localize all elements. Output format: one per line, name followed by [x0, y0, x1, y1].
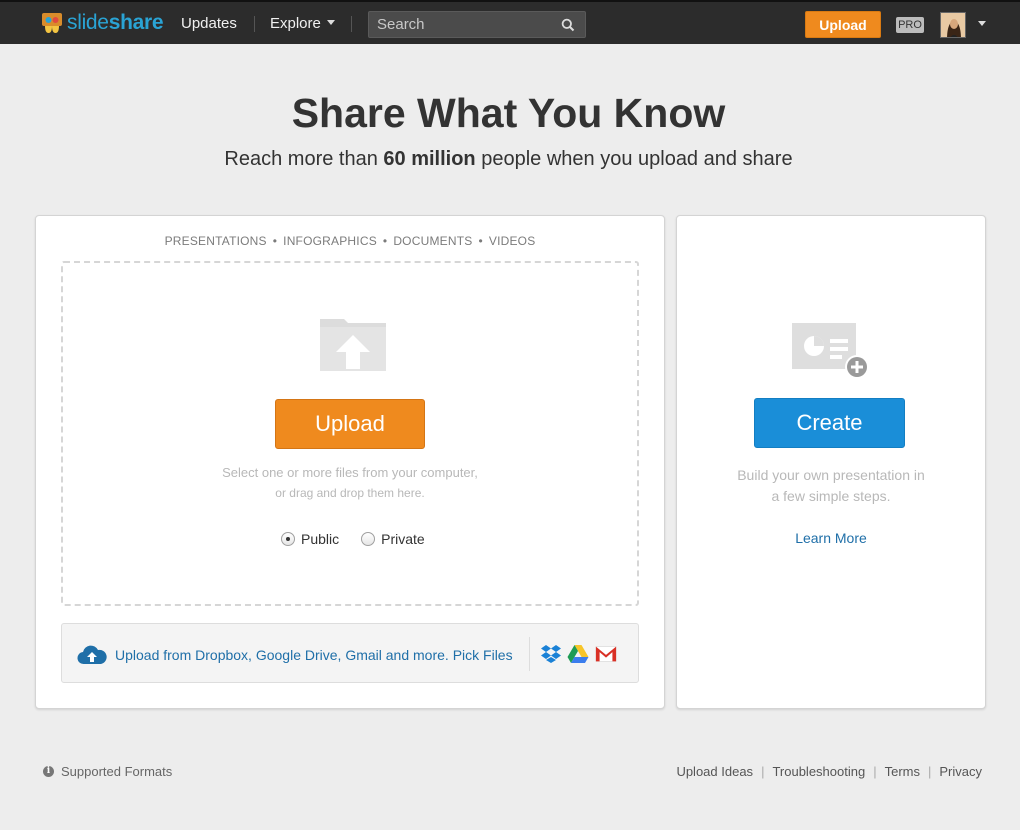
public-radio[interactable]	[281, 532, 295, 546]
nav-explore[interactable]: Explore	[270, 15, 335, 32]
subtitle-text-pre: Reach more than	[224, 148, 384, 170]
footer-separator: |	[761, 764, 765, 779]
page-subtitle: Reach more than 60 million people when y…	[0, 148, 1017, 171]
logo-text-suffix: share	[108, 11, 164, 34]
folder-upload-icon	[320, 319, 386, 371]
dropbox-icon[interactable]	[540, 644, 562, 664]
nav-divider	[254, 16, 255, 32]
top-navbar: slideshare Updates Explore Upload PRO	[0, 0, 1020, 44]
upload-hint-line2: or drag and drop them here.	[275, 486, 425, 500]
upload-hint-line1: Select one or more files from your compu…	[222, 465, 478, 480]
cloud-upload-bar[interactable]: Upload from Dropbox, Google Drive, Gmail…	[61, 623, 639, 683]
type-presentations: PRESENTATIONS	[164, 234, 267, 248]
learn-more-link[interactable]: Learn More	[677, 530, 985, 546]
search-input[interactable]	[369, 12, 559, 37]
supported-formats-link[interactable]: i Supported Formats	[43, 764, 172, 779]
upload-button[interactable]: Upload	[275, 399, 425, 449]
type-documents: DOCUMENTS	[393, 234, 473, 248]
nav-explore-label: Explore	[270, 15, 321, 32]
visibility-options: Public Private	[281, 531, 447, 547]
type-infographics: INFOGRAPHICS	[283, 234, 377, 248]
nav-divider	[351, 16, 352, 32]
info-icon: i	[43, 766, 54, 777]
logo-text-prefix: slide	[67, 11, 109, 34]
create-button[interactable]: Create	[754, 398, 905, 448]
type-videos: VIDEOS	[488, 234, 536, 248]
pro-badge[interactable]: PRO	[896, 17, 924, 33]
chevron-down-icon	[326, 19, 335, 25]
private-radio-label[interactable]: Private	[381, 531, 425, 547]
private-radio[interactable]	[361, 532, 376, 546]
supported-formats-label: Supported Formats	[61, 764, 173, 779]
upload-panel: PRESENTATIONS • INFOGRAPHICS • DOCUMENTS • VID…	[35, 215, 665, 709]
search-icon[interactable]	[561, 18, 575, 32]
chevron-down-icon[interactable]	[978, 21, 986, 26]
footer-separator: |	[873, 764, 877, 779]
search-box	[368, 11, 586, 38]
supported-types: PRESENTATIONS • INFOGRAPHICS • DOCUMENTS • VID…	[164, 234, 536, 248]
footer-link-terms[interactable]: Terms	[885, 764, 920, 779]
pick-files-link[interactable]: Upload from Dropbox, Google Drive, Gmail…	[115, 647, 513, 663]
user-avatar-icon	[941, 13, 965, 37]
footer-links: Upload Ideas | Troubleshooting | Terms |…	[676, 764, 982, 779]
slideshare-logo[interactable]: slideshare	[40, 10, 164, 36]
create-panel: Create Build your own presentation in a …	[676, 215, 986, 709]
drop-zone[interactable]: Upload Select one or more files from you…	[61, 261, 639, 606]
gmail-icon[interactable]	[595, 644, 617, 664]
page-title: Share What You Know	[291, 90, 726, 136]
footer-link-privacy[interactable]: Privacy	[939, 764, 982, 779]
footer-link-troubleshooting[interactable]: Troubleshooting	[772, 764, 865, 779]
create-hint-line2: a few simple steps.	[771, 488, 891, 504]
subtitle-highlight: 60 million	[383, 148, 476, 170]
header-upload-button[interactable]: Upload	[805, 11, 881, 38]
nav-updates[interactable]: Updates	[181, 15, 237, 32]
public-radio-label[interactable]: Public	[301, 531, 339, 547]
footer-separator: |	[927, 764, 932, 779]
avatar[interactable]	[940, 12, 966, 38]
slideshare-logo-icon	[42, 13, 62, 33]
divider	[529, 637, 530, 671]
subtitle-text-post: people when you upload and share	[475, 148, 793, 170]
cloud-upload-icon	[77, 645, 107, 665]
create-presentation-icon	[792, 323, 869, 379]
footer-link-upload-ideas[interactable]: Upload Ideas	[676, 764, 753, 779]
google-drive-icon[interactable]	[567, 644, 589, 664]
create-hint-line1: Build your own presentation in	[737, 467, 925, 483]
